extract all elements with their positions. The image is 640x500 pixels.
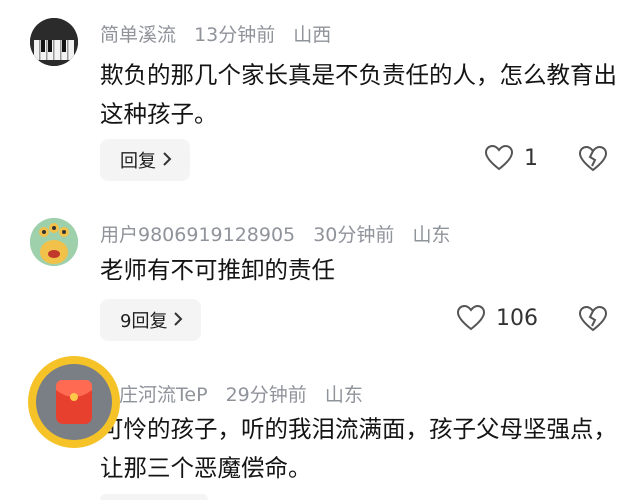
reply-label: 回复 [120,151,156,172]
reply-button[interactable]: 回复 [100,139,190,181]
avatar[interactable] [28,356,120,448]
like-count: 106 [496,305,538,331]
like-count: 1 [524,145,538,171]
comment-meta: 鹈庄河流TeP 29分钟前 山东 [100,380,375,407]
comment-meta: 简单溪流 13分钟前 山西 [100,20,343,47]
comment-item: 简单溪流 13分钟前 山西 欺负的那几个家长真是不负责任的人，怎么教育出这种孩子… [0,0,640,200]
location: 山东 [324,384,363,406]
comment-item: 鹈庄河流TeP 29分钟前 山东 可怜的孩子，听的我泪流满面，孩子父母坚强点，让… [0,356,640,500]
broken-heart-icon [578,145,608,172]
comment-text: 欺负的那几个家长真是不负责任的人，怎么教育出这种孩子。 [100,61,617,128]
username[interactable]: 用户9806919128905 [100,224,295,246]
location: 山西 [293,24,332,46]
like-button[interactable]: 106 [456,304,538,332]
heart-outline-icon [456,304,486,331]
timestamp: 29分钟前 [225,384,307,406]
red-envelope-icon [56,380,92,424]
avatar[interactable] [30,218,78,266]
timestamp: 30分钟前 [313,224,395,246]
comment-item: 用户9806919128905 30分钟前 山东 老师有不可推卸的责任 9回复 … [0,200,640,360]
comment-text: 可怜的孩子，听的我泪流满面，孩子父母坚强点，让那三个恶魔偿命。 [100,415,617,482]
comment-meta: 用户9806919128905 30分钟前 山东 [100,220,462,247]
chevron-right-icon [162,151,172,170]
chevron-right-icon [173,311,183,330]
timestamp: 13分钟前 [194,24,276,46]
reply-button[interactable] [100,494,208,500]
username[interactable]: 简单溪流 [100,24,176,46]
like-button[interactable]: 1 [484,144,538,172]
dislike-button[interactable] [578,305,608,337]
reply-button[interactable]: 9回复 [100,299,202,341]
dislike-button[interactable] [578,145,608,177]
reply-label: 9回复 [120,311,168,332]
broken-heart-icon [578,305,608,332]
heart-outline-icon [484,144,514,171]
avatar[interactable] [30,18,78,66]
comment-text: 老师有不可推卸的责任 [100,256,335,284]
location: 山东 [412,224,451,246]
